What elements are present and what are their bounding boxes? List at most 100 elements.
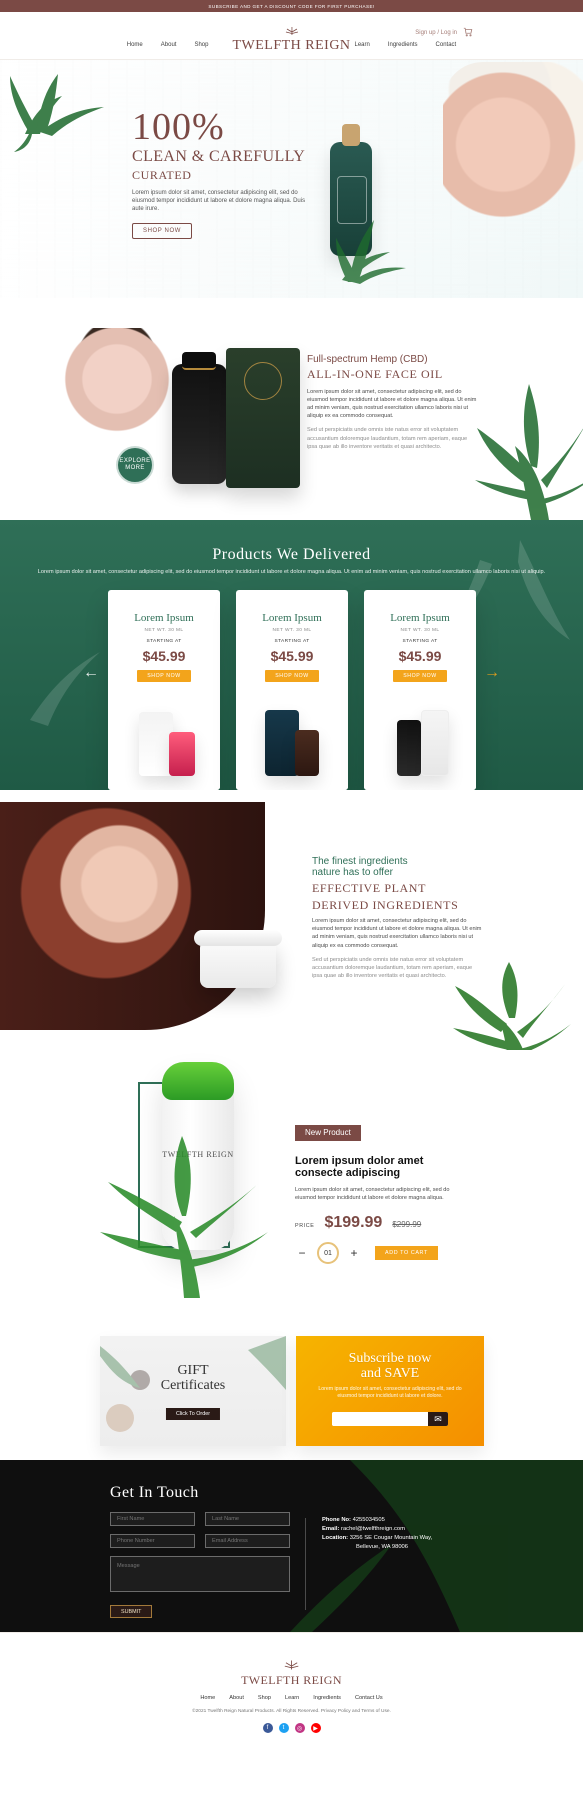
old-price: $299.99 [392, 1220, 422, 1229]
email-input[interactable] [205, 1534, 290, 1548]
new-product-name: Lorem ipsum dolor amet consecte adipisci… [295, 1154, 424, 1180]
footer-nav-about[interactable]: About [229, 1695, 244, 1701]
site-footer: TWELFTH REIGN Home About Shop Learn Ingr… [0, 1632, 583, 1752]
arrow-right-icon: → [484, 664, 500, 681]
hero-content: 100% CLEAN & CAREFULLY CURATED Lorem ips… [132, 108, 352, 239]
explore-more-button[interactable]: EXPLORE MORE [116, 446, 154, 484]
new-product-badge: New Product [295, 1124, 361, 1141]
footer-nav-home[interactable]: Home [200, 1695, 215, 1701]
footer-nav-shop[interactable]: Shop [258, 1695, 271, 1701]
contact-divider [305, 1518, 306, 1610]
product-name: Lorem Ipsum [390, 612, 450, 624]
add-to-cart-button[interactable]: ADD TO CART [375, 1246, 438, 1260]
first-name-input[interactable] [110, 1512, 195, 1526]
click-to-order-button[interactable]: Click To Order [165, 1408, 221, 1420]
new-product-section: TWELFTH REIGN New Product Lorem ipsum do… [0, 1050, 583, 1320]
footer-nav-contact[interactable]: Contact Us [355, 1695, 383, 1701]
nav-learn[interactable]: Learn [354, 42, 369, 48]
hero-model-image [443, 62, 583, 298]
contact-background-leaves-icon [290, 1460, 583, 1632]
instagram-icon[interactable]: ◎ [294, 1723, 305, 1733]
shop-now-button[interactable]: SHOP NOW [137, 670, 191, 682]
brand-logo[interactable]: TWELFTH REIGN [232, 26, 350, 54]
footer-nav-ingredients[interactable]: Ingredients [313, 1695, 341, 1701]
product-starting-label: STARTING AT [274, 639, 310, 644]
price-row: PRICE $199.99 $299.99 [295, 1214, 465, 1232]
nav-ingredients[interactable]: Ingredients [388, 42, 418, 48]
gift-title-line1: GIFT [177, 1363, 209, 1378]
bottle-shape [139, 712, 173, 776]
ingredients-title-1: EFFECTIVE PLANT [312, 881, 426, 895]
send-icon[interactable]: ✉ [428, 1412, 448, 1426]
ingredients-section: The finest ingredients nature has to off… [0, 790, 583, 1050]
model-photo [0, 802, 265, 1030]
product-bottle-group [257, 702, 327, 776]
phone-label: Phone No: [322, 1517, 351, 1523]
brand-mark-icon [284, 1660, 299, 1670]
product-card: Lorem Ipsum NET WT. 30 ML STARTING AT $4… [108, 590, 220, 790]
subscribe-title-line1: Subscribe now [348, 1351, 432, 1366]
nav-contact[interactable]: Contact [436, 42, 457, 48]
products-subtitle: Lorem ipsum dolor sit amet, consectetur … [37, 569, 546, 575]
last-name-input[interactable] [205, 1512, 290, 1526]
subscribe-tile: Subscribe now and SAVE Lorem ipsum dolor… [296, 1336, 484, 1446]
facebook-icon[interactable]: f [262, 1723, 273, 1733]
promo-top-text: SUBSCRIBE AND GET A DISCOUNT CODE FOR FI… [208, 3, 375, 9]
subscribe-email-input[interactable] [332, 1412, 428, 1426]
phone-value[interactable]: 4255034505 [353, 1517, 385, 1523]
carousel-prev-button[interactable]: ← [80, 662, 102, 684]
footer-nav: Home About Shop Learn Ingredients Contac… [0, 1695, 583, 1701]
increment-button[interactable]: + [347, 1246, 361, 1260]
product-net-weight: NET WT. 30 ML [400, 628, 440, 633]
contact-form-row [110, 1512, 290, 1526]
contact-location: Location: 3256 SE Cougar Mountain Way, B… [322, 1534, 492, 1552]
arrow-left-icon: ← [83, 664, 99, 681]
footer-logo[interactable]: TWELFTH REIGN [241, 1659, 342, 1688]
youtube-icon[interactable]: ▶ [310, 1723, 321, 1733]
shop-now-button[interactable]: SHOP NOW [132, 222, 193, 239]
location-label: Location: [322, 1534, 349, 1541]
hero-title-line1: CLEAN & CAREFULLY [132, 148, 306, 165]
product-starting-label: STARTING AT [402, 639, 438, 644]
subscribe-form: ✉ [332, 1412, 448, 1426]
cart-icon[interactable] [463, 27, 473, 39]
bottle-shape [421, 710, 449, 776]
message-textarea[interactable] [110, 1556, 290, 1592]
shop-now-button[interactable]: SHOP NOW [393, 670, 447, 682]
twitter-icon[interactable]: t [278, 1723, 289, 1733]
model-portrait-image [40, 328, 180, 498]
hero-title-line2: CURATED [132, 167, 192, 182]
subscribe-title: Subscribe now and SAVE [296, 1351, 484, 1381]
product-card: Lorem Ipsum NET WT. 30 ML STARTING AT $4… [364, 590, 476, 790]
contact-phone: Phone No: 4255034505 [322, 1516, 492, 1525]
email-value[interactable]: rachel@twelfthreign.com [341, 1526, 405, 1532]
new-product-details: New Product Lorem ipsum dolor amet conse… [295, 1122, 465, 1264]
submit-button[interactable]: SUBMIT [110, 1605, 153, 1618]
price-label: PRICE [295, 1223, 315, 1229]
footer-brand: TWELFTH REIGN [241, 1673, 342, 1687]
nav-about[interactable]: About [161, 42, 177, 48]
contact-title: Get In Touch [110, 1484, 199, 1501]
location-line1: 3256 SE Cougar Mountain Way, [349, 1534, 433, 1541]
account-links[interactable]: Sign up / Log in [415, 30, 457, 36]
footer-nav-learn[interactable]: Learn [285, 1695, 299, 1701]
nav-shop[interactable]: Shop [194, 42, 208, 48]
shop-now-button[interactable]: SHOP NOW [265, 670, 319, 682]
product-image [364, 702, 476, 790]
ingredients-kicker-2: nature has to offer [312, 867, 393, 878]
product-name: Lorem Ipsum [134, 612, 194, 624]
explore-more-label: EXPLORE MORE [119, 458, 151, 471]
phone-input[interactable] [110, 1534, 195, 1548]
products-title: Products We Delivered [212, 546, 371, 563]
decrement-button[interactable]: − [295, 1246, 309, 1260]
contact-form-row [110, 1534, 290, 1548]
face-oil-visual: EXPLORE MORE [40, 328, 310, 498]
social-links: f t ◎ ▶ [262, 1723, 321, 1733]
carousel-next-button[interactable]: → [481, 662, 503, 684]
subscribe-description: Lorem ipsum dolor sit amet, consectetur … [318, 1386, 462, 1400]
brand-mark-icon [285, 27, 298, 35]
bottle-shape [169, 732, 195, 776]
products-heading: Products We Delivered Lorem ipsum dolor … [0, 546, 583, 577]
nav-home[interactable]: Home [127, 42, 143, 48]
bottle-shape [295, 730, 319, 776]
